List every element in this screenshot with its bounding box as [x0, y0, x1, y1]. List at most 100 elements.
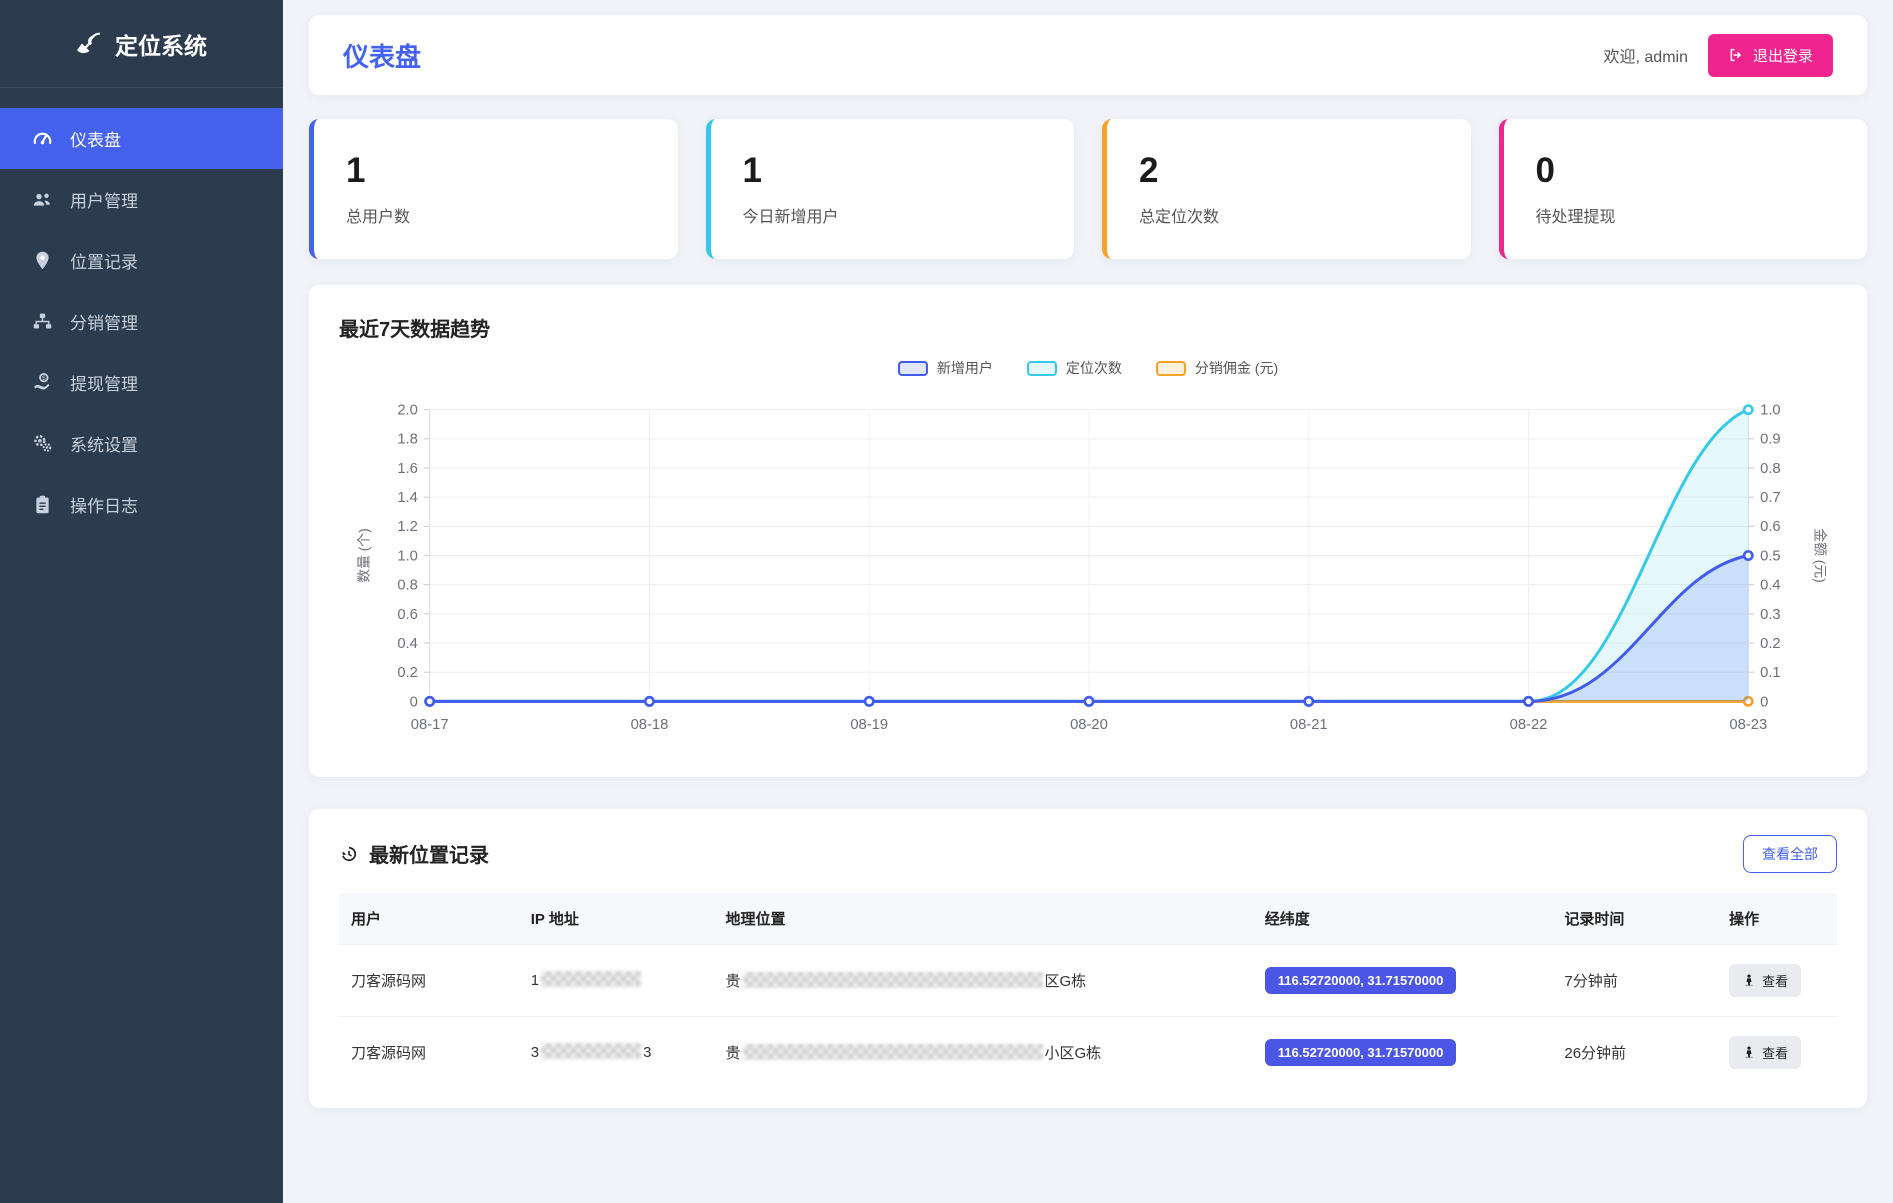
coords-cell: 116.52720000, 31.71570000	[1253, 1016, 1553, 1088]
user-cell: 刀客源码网	[339, 944, 519, 1016]
view-button-label: 查看	[1762, 971, 1788, 990]
svg-text:0.8: 0.8	[1760, 461, 1781, 477]
main-content: 仪表盘 欢迎, admin 退出登录 1总用户数1今日新增用户2总定位次数0待处…	[283, 0, 1893, 1203]
sitemap-icon	[32, 311, 53, 332]
welcome-text: 欢迎, admin	[1604, 43, 1688, 67]
svg-text:数量 (个): 数量 (个)	[357, 528, 372, 582]
coords-badge: 116.52720000, 31.71570000	[1265, 1039, 1457, 1066]
view-button-label: 查看	[1762, 1043, 1788, 1062]
stat-value: 2	[1139, 151, 1439, 191]
sidebar-item-1[interactable]: 仪表盘	[0, 108, 283, 169]
redacted-blur	[743, 1044, 1043, 1060]
svg-text:0.4: 0.4	[1760, 578, 1781, 594]
records-header: 最新位置记录 查看全部	[339, 835, 1837, 873]
visible-prefix: 3	[531, 1044, 539, 1061]
legend-item-2[interactable]: 定位次数	[1027, 358, 1122, 378]
records-table-header-row: 用户IP 地址地理位置经纬度记录时间操作	[339, 893, 1837, 945]
location-cell: 贵小区G栋	[713, 1016, 1252, 1088]
column-header-4: 经纬度	[1253, 893, 1553, 945]
satellite-dish-icon	[76, 31, 102, 57]
svg-text:1.2: 1.2	[397, 519, 418, 535]
stat-value: 1	[346, 151, 646, 191]
time-cell: 26分钟前	[1552, 1016, 1717, 1088]
stat-label: 今日新增用户	[743, 203, 1043, 227]
view-all-button[interactable]: 查看全部	[1743, 835, 1837, 873]
svg-text:0.6: 0.6	[1760, 519, 1781, 535]
visible-prefix: 贵	[725, 1045, 740, 1062]
sidebar-item-4[interactable]: 分销管理	[0, 291, 283, 352]
sidebar-item-6[interactable]: 系统设置	[0, 413, 283, 474]
column-header-6: 操作	[1717, 893, 1837, 945]
ip-cell: 1	[519, 944, 714, 1016]
app-name: 定位系统	[115, 27, 207, 61]
legend-swatch	[1027, 361, 1057, 376]
svg-text:0.2: 0.2	[1760, 636, 1781, 652]
trend-chart: 000.20.10.40.20.60.30.80.41.00.51.20.61.…	[339, 386, 1837, 759]
visible-prefix: 贵	[725, 973, 740, 990]
legend-item-1[interactable]: 新增用户	[898, 358, 993, 378]
view-button[interactable]: 查看	[1729, 964, 1801, 997]
svg-text:08-20: 08-20	[1070, 717, 1108, 733]
map-pin-icon	[32, 250, 53, 271]
logout-icon	[1728, 47, 1744, 63]
visible-suffix: 3	[643, 1044, 651, 1061]
logout-button[interactable]: 退出登录	[1708, 34, 1833, 77]
svg-text:0.3: 0.3	[1760, 607, 1781, 623]
topbar-right: 欢迎, admin 退出登录	[1604, 34, 1834, 77]
app-logo: 定位系统	[0, 0, 283, 88]
svg-text:08-22: 08-22	[1510, 717, 1548, 733]
sidebar-item-2[interactable]: 用户管理	[0, 169, 283, 230]
legend-label: 定位次数	[1066, 358, 1122, 378]
coords-cell: 116.52720000, 31.71570000	[1253, 944, 1553, 1016]
svg-text:08-19: 08-19	[850, 717, 888, 733]
action-cell: 查看	[1717, 944, 1837, 1016]
svg-text:1.6: 1.6	[397, 461, 418, 477]
records-table-body: 刀客源码网1贵区G栋116.52720000, 31.715700007分钟前查…	[339, 944, 1837, 1088]
view-button[interactable]: 查看	[1729, 1036, 1801, 1069]
svg-text:0: 0	[1760, 694, 1768, 710]
legend-swatch	[1156, 361, 1186, 376]
sidebar-item-7[interactable]: 操作日志	[0, 474, 283, 535]
view-icon	[1742, 973, 1756, 987]
svg-text:0.5: 0.5	[1760, 548, 1781, 564]
svg-text:$: $	[42, 375, 46, 382]
column-header-5: 记录时间	[1552, 893, 1717, 945]
chart-title: 最近7天数据趋势	[339, 313, 1837, 342]
table-row-2: 刀客源码网33贵小区G栋116.52720000, 31.7157000026分…	[339, 1016, 1837, 1088]
sidebar-item-label: 系统设置	[70, 431, 138, 456]
svg-text:1.0: 1.0	[397, 548, 418, 564]
redacted-blur	[743, 972, 1043, 988]
sidebar-item-label: 提现管理	[70, 370, 138, 395]
svg-text:2.0: 2.0	[397, 403, 418, 419]
svg-text:1.4: 1.4	[397, 490, 418, 506]
visible-prefix: 1	[531, 972, 539, 989]
time-cell: 7分钟前	[1552, 944, 1717, 1016]
svg-text:0.7: 0.7	[1760, 490, 1781, 506]
user-cell: 刀客源码网	[339, 1016, 519, 1088]
stat-card-4: 0待处理提现	[1499, 119, 1868, 259]
history-icon	[339, 844, 359, 864]
sidebar-item-label: 位置记录	[70, 248, 138, 273]
topbar: 仪表盘 欢迎, admin 退出登录	[309, 15, 1867, 95]
stat-card-1: 1总用户数	[309, 119, 678, 259]
logout-label: 退出登录	[1753, 45, 1813, 66]
visible-suffix: 区G栋	[1045, 973, 1087, 990]
records-table: 用户IP 地址地理位置经纬度记录时间操作 刀客源码网 1 贵 区G栋 116.52720…	[339, 893, 1837, 1088]
legend-item-3[interactable]: 分销佣金 (元)	[1156, 358, 1278, 378]
stat-label: 总定位次数	[1139, 203, 1439, 227]
column-header-3: 地理位置	[713, 893, 1252, 945]
svg-text:1.8: 1.8	[397, 432, 418, 448]
stat-value: 1	[743, 151, 1043, 191]
svg-text:0.8: 0.8	[397, 578, 418, 594]
redacted-blur	[541, 971, 641, 987]
sidebar-item-5[interactable]: $ 提现管理	[0, 352, 283, 413]
svg-text:0.4: 0.4	[397, 636, 418, 652]
sidebar-item-label: 用户管理	[70, 187, 138, 212]
stat-card-3: 2 总定位次数	[1102, 119, 1471, 259]
sidebar-item-3[interactable]: 位置记录	[0, 230, 283, 291]
ip-cell: 33	[519, 1016, 714, 1088]
svg-text:08-21: 08-21	[1290, 717, 1328, 733]
coords-badge: 116.52720000, 31.71570000	[1265, 967, 1457, 994]
legend-label: 新增用户	[937, 358, 993, 378]
svg-text:08-18: 08-18	[631, 717, 669, 733]
